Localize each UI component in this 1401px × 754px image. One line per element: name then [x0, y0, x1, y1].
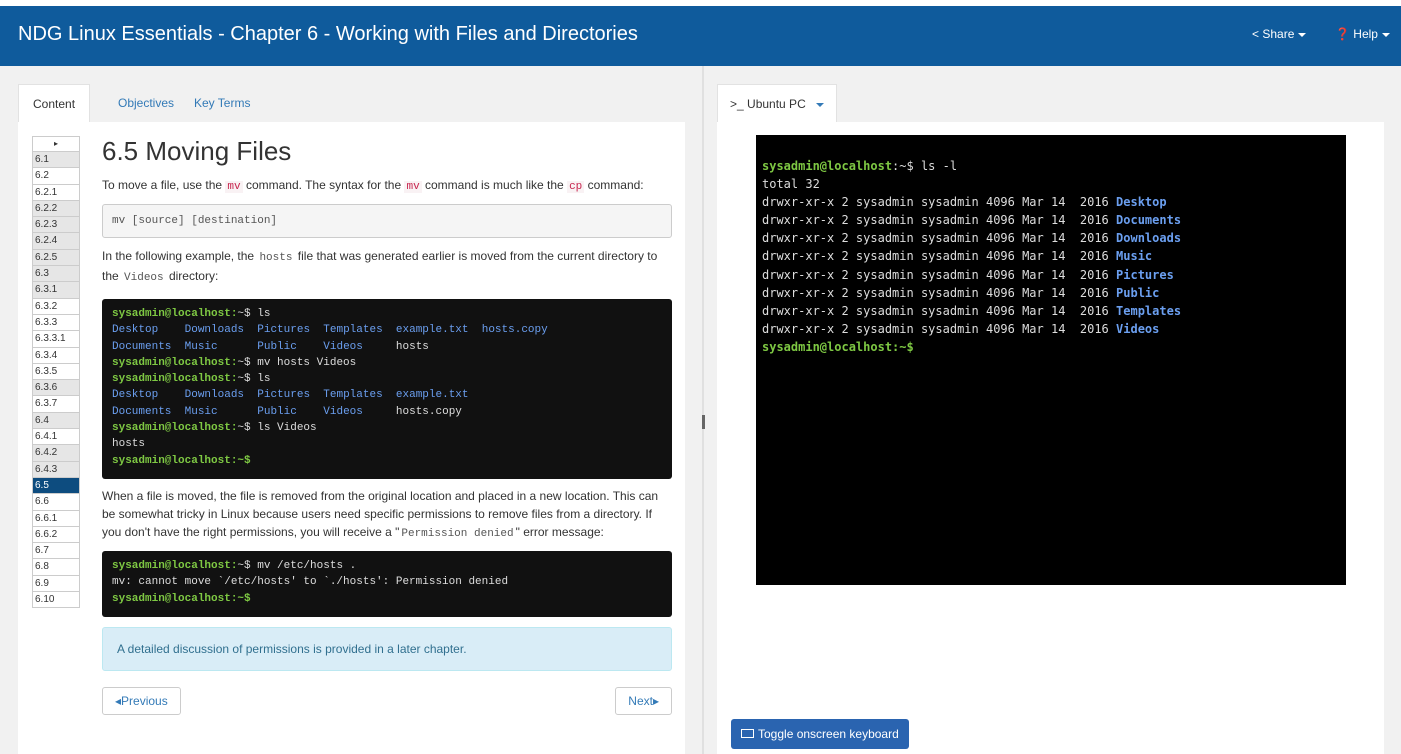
lesson-content: 6.5 Moving Files To move a file, use the… — [102, 136, 672, 715]
listing-permissions: drwxr-xr-x 2 sysadmin sysadmin 4096 Mar … — [762, 321, 1117, 336]
toc-item[interactable]: 6.2.3 — [32, 217, 80, 234]
listing-directory-name: Documents — [1116, 213, 1182, 228]
toc-item[interactable]: 6.2.1 — [32, 184, 80, 201]
toc-item[interactable]: 6.10 — [32, 592, 80, 609]
listing-directory-name: Videos — [1116, 321, 1160, 336]
toc-item[interactable]: 6.2.5 — [32, 249, 80, 267]
toggle-keyboard-button[interactable]: Toggle onscreen keyboard — [731, 719, 909, 749]
toc-item[interactable]: 6.2.4 — [32, 233, 80, 250]
toc-item[interactable]: 6.3.5 — [32, 363, 80, 381]
toc-item[interactable]: 6.8 — [32, 559, 80, 576]
terminal-example-2: sysadmin@localhost:~$ mv /etc/hosts . mv… — [102, 551, 672, 617]
help-menu[interactable]: ❓ Help — [1335, 27, 1390, 41]
listing-directory-name: Pictures — [1116, 267, 1174, 282]
chevron-right-icon: ▸ — [652, 694, 659, 708]
tab-objectives[interactable]: Objectives — [104, 84, 188, 122]
lesson-tabs: Content Objectives Key Terms — [18, 84, 685, 122]
previous-button[interactable]: ◂Previous — [102, 687, 181, 715]
toc-item[interactable]: 6.6.2 — [32, 526, 80, 544]
toc-item[interactable]: 6.3.7 — [32, 396, 80, 413]
listing-directory-name: Downloads — [1116, 231, 1182, 246]
toc-item[interactable]: 6.4.3 — [32, 461, 80, 478]
share-icon: < — [1252, 27, 1260, 41]
toc-item[interactable]: 6.3 — [32, 266, 80, 283]
paragraph-intro: To move a file, use the mv command. The … — [102, 178, 644, 193]
page-title: NDG Linux Essentials - Chapter 6 - Worki… — [18, 23, 638, 45]
listing-directory-name: Public — [1116, 285, 1160, 300]
toc-item[interactable]: 6.2 — [32, 168, 80, 185]
toc-item[interactable]: 6.3.3.1 — [32, 331, 80, 348]
listing-permissions: drwxr-xr-x 2 sysadmin sysadmin 4096 Mar … — [762, 213, 1117, 228]
toc-item[interactable]: 6.7 — [32, 543, 80, 560]
toc-item[interactable]: 6.3.3 — [32, 314, 80, 332]
terminal-example-1: sysadmin@localhost:~$ ls Desktop Downloa… — [102, 299, 672, 479]
next-button[interactable]: Next▸ — [615, 687, 672, 715]
vm-panel: sysadmin@localhost:~$ ls -l total 32 drw… — [717, 122, 1384, 754]
terminal-icon: >_ — [730, 97, 744, 111]
toc-toggle-button[interactable]: ▸ — [32, 136, 80, 152]
listing-permissions: drwxr-xr-x 2 sysadmin sysadmin 4096 Mar … — [762, 231, 1117, 246]
share-label: Share — [1262, 27, 1295, 41]
toc-item[interactable]: 6.9 — [32, 575, 80, 593]
tab-content[interactable]: Content — [18, 84, 91, 122]
chevron-down-icon[interactable] — [815, 102, 824, 107]
syntax-block: mv [source] [destination] — [102, 204, 672, 238]
listing-directory-name: Desktop — [1116, 195, 1167, 210]
help-icon: ❓ — [1335, 27, 1350, 41]
toc-item[interactable]: 6.4 — [32, 412, 80, 430]
work-area: Content Objectives Key Terms ▸ 6.1 6.2 6.2… — [0, 66, 1401, 754]
panel-splitter[interactable] — [702, 66, 704, 754]
listing-permissions: drwxr-xr-x 2 sysadmin sysadmin 4096 Mar … — [762, 267, 1117, 282]
listing-permissions: drwxr-xr-x 2 sysadmin sysadmin 4096 Mar … — [762, 285, 1117, 300]
toc-item[interactable]: 6.4.1 — [32, 429, 80, 446]
listing-directory-name: Music — [1116, 249, 1153, 264]
toc-item[interactable]: 6.6.1 — [32, 510, 80, 527]
lesson-panel: Content Objectives Key Terms ▸ 6.1 6.2 6.2… — [18, 84, 685, 754]
tab-ubuntu-pc[interactable]: >_ Ubuntu PC — [717, 84, 837, 122]
listing-permissions: drwxr-xr-x 2 sysadmin sysadmin 4096 Mar … — [762, 303, 1117, 318]
section-heading: 6.5 Moving Files — [102, 136, 292, 166]
toc-item[interactable]: 6.2.2 — [32, 200, 80, 218]
paragraph-permissions: When a file is moved, the file is remove… — [102, 489, 659, 540]
splitter-handle[interactable] — [702, 415, 705, 429]
toc-item[interactable]: 6.3.4 — [32, 347, 80, 364]
chevron-down-icon — [1381, 32, 1390, 37]
tab-key-terms[interactable]: Key Terms — [180, 84, 264, 122]
listing-directory-name: Templates — [1116, 303, 1182, 318]
listing-permissions: drwxr-xr-x 2 sysadmin sysadmin 4096 Mar … — [762, 249, 1117, 264]
toc-item[interactable]: 6.5 — [32, 477, 80, 495]
table-of-contents: ▸ 6.1 6.2 6.2.1 6.2.2 6.2.3 6.2.4 6.2.5 6.3 6.3.… — [32, 136, 80, 609]
paragraph-example: In the following example, the hosts file… — [102, 249, 658, 284]
toc-item[interactable]: 6.3.6 — [32, 380, 80, 397]
toc-item[interactable]: 6.3.1 — [32, 282, 80, 299]
info-note: A detailed discussion of permissions is … — [102, 627, 672, 671]
keyboard-icon — [741, 729, 754, 739]
listing-permissions: drwxr-xr-x 2 sysadmin sysadmin 4096 Mar … — [762, 195, 1117, 210]
help-label: Help — [1353, 27, 1378, 41]
pager: ◂Previous Next▸ — [102, 687, 672, 715]
toc-item[interactable]: 6.3.2 — [32, 298, 80, 315]
chevron-down-icon — [1298, 32, 1307, 37]
toc-item[interactable]: 6.1 — [32, 152, 80, 169]
toc-item[interactable]: 6.6 — [32, 494, 80, 511]
top-bar: NDG Linux Essentials - Chapter 6 - Worki… — [0, 6, 1401, 66]
share-menu[interactable]: < Share — [1252, 27, 1307, 41]
vm-terminal-screen[interactable]: sysadmin@localhost:~$ ls -l total 32 drw… — [756, 135, 1346, 585]
toc-item[interactable]: 6.4.2 — [32, 445, 80, 462]
